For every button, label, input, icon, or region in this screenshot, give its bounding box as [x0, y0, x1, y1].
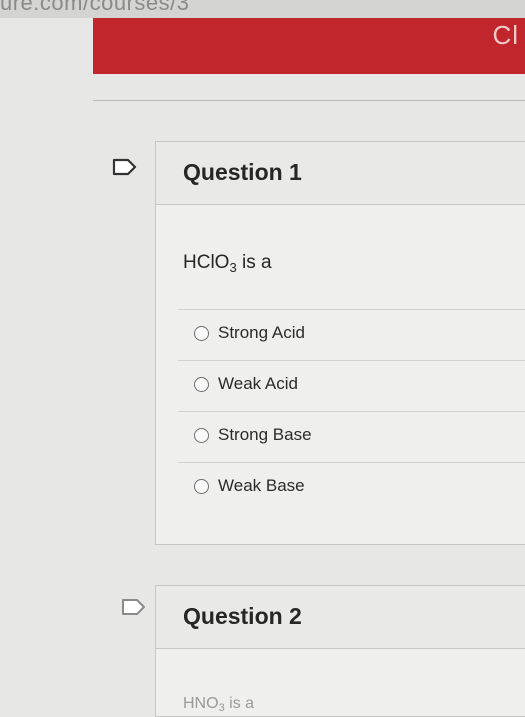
- question-header: Question 2: [156, 586, 525, 649]
- radio-button[interactable]: [194, 377, 209, 392]
- option-label[interactable]: Weak Base: [218, 476, 305, 496]
- banner-corner-text: Cl: [492, 20, 519, 50]
- answer-option[interactable]: Strong Base: [178, 411, 525, 462]
- question-card-1: Question 1 HClO3 is a Strong Acid Weak A…: [155, 141, 525, 545]
- option-label[interactable]: Weak Acid: [218, 374, 298, 394]
- radio-button[interactable]: [194, 326, 209, 341]
- flag-icon[interactable]: [112, 158, 138, 176]
- question-stem: HClO3 is a: [183, 252, 272, 275]
- answer-option[interactable]: Weak Acid: [178, 360, 525, 411]
- stem-formula: HNO: [183, 695, 219, 712]
- browser-url-bar[interactable]: ure.com/courses/3: [0, 0, 525, 18]
- option-label[interactable]: Strong Base: [218, 425, 312, 445]
- radio-button[interactable]: [194, 479, 209, 494]
- stem-formula: HClO: [183, 252, 230, 273]
- stem-text: is a: [236, 252, 272, 273]
- flag-icon[interactable]: [121, 598, 147, 616]
- course-banner: Cl: [93, 18, 525, 74]
- stem-subscript: 3: [229, 260, 237, 275]
- question-title: Question 2: [183, 603, 302, 629]
- answer-options: Strong Acid Weak Acid Strong Base Weak B…: [178, 309, 525, 513]
- question-card-2: Question 2 HNO3 is a: [155, 585, 525, 717]
- option-label[interactable]: Strong Acid: [218, 323, 305, 343]
- question-stem: HNO3 is a: [183, 695, 254, 714]
- answer-option[interactable]: Weak Base: [178, 462, 525, 513]
- question-header: Question 1: [156, 142, 525, 205]
- stem-text: is a: [224, 695, 255, 712]
- radio-button[interactable]: [194, 428, 209, 443]
- url-text: ure.com/courses/3: [0, 0, 190, 15]
- question-title: Question 1: [183, 159, 302, 185]
- divider: [93, 100, 525, 101]
- answer-option[interactable]: Strong Acid: [178, 309, 525, 360]
